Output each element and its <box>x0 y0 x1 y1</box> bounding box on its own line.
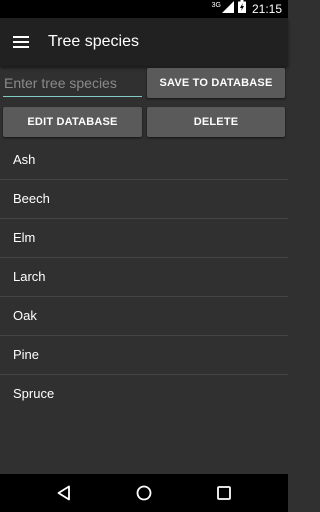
tree-species-input[interactable] <box>3 70 142 97</box>
navigation-bar <box>0 474 288 512</box>
save-to-database-button[interactable]: SAVE TO DATABASE <box>147 68 285 98</box>
delete-button[interactable]: DELETE <box>147 107 285 137</box>
status-icons: 3G 21:15 <box>211 0 282 18</box>
list-item[interactable]: Elm <box>0 219 288 258</box>
battery-charging-icon <box>237 0 246 18</box>
page-title: Tree species <box>48 33 139 50</box>
tree-species-list: Ash Beech Elm Larch Oak Pine Spruce <box>0 141 288 414</box>
list-item[interactable]: Oak <box>0 297 288 336</box>
signal-icon <box>221 0 234 18</box>
list-item[interactable]: Beech <box>0 180 288 219</box>
recents-icon[interactable] <box>214 483 234 503</box>
home-icon[interactable] <box>134 483 154 503</box>
edit-database-button[interactable]: EDIT DATABASE <box>3 107 142 137</box>
list-item[interactable]: Pine <box>0 336 288 375</box>
network-type-label: 3G <box>211 2 221 9</box>
menu-icon[interactable] <box>10 30 34 54</box>
clock: 21:15 <box>251 2 282 16</box>
list-item[interactable]: Larch <box>0 258 288 297</box>
status-bar: 3G 21:15 <box>0 0 288 18</box>
app-bar: Tree species <box>0 18 288 66</box>
back-icon[interactable] <box>54 483 74 503</box>
list-item[interactable]: Ash <box>0 141 288 180</box>
list-item[interactable]: Spruce <box>0 375 288 414</box>
